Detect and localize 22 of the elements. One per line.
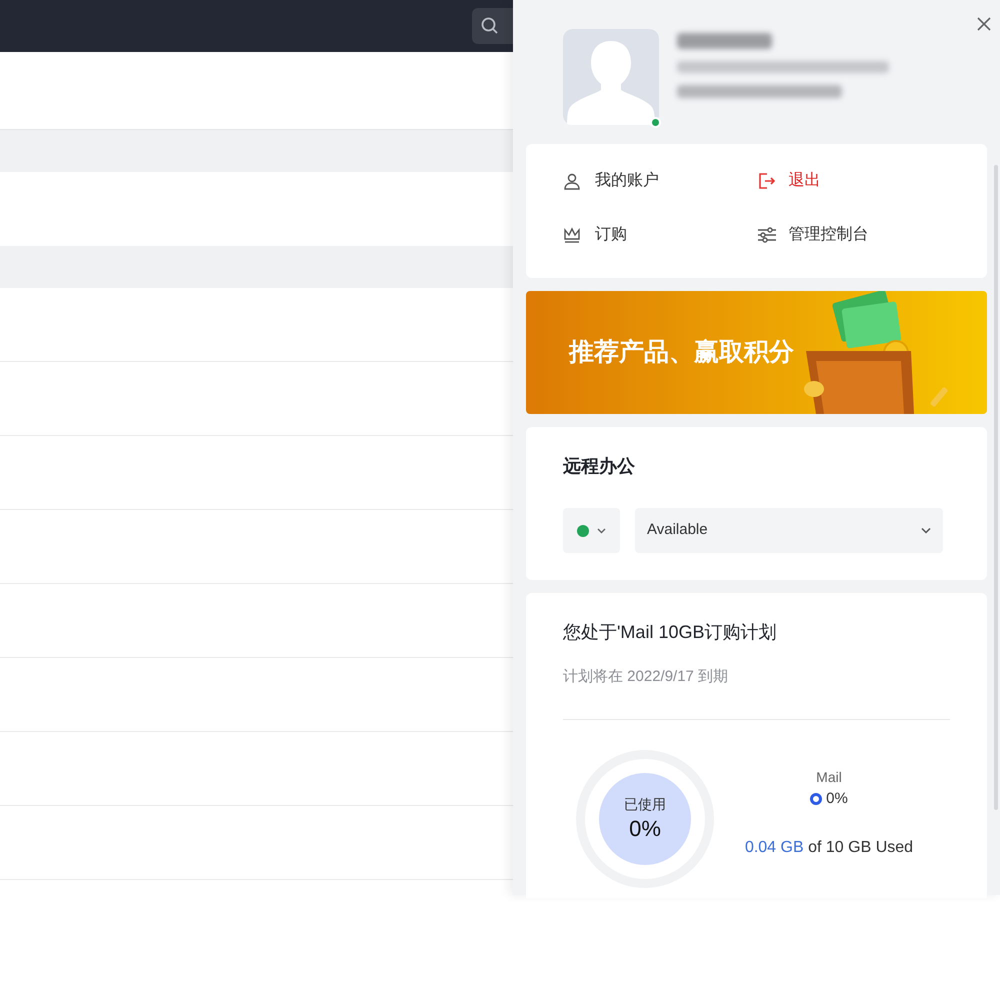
search-field[interactable] [472, 8, 513, 44]
menu-link[interactable]: 管理控制台 [756, 218, 868, 252]
logout-icon [756, 172, 776, 190]
status-color-dropdown[interactable] [563, 508, 620, 553]
used-label: 已使用 [624, 795, 666, 814]
storage-used-text: 0.04 GB of 10 GB Used [744, 838, 914, 858]
legend-marker [810, 792, 822, 805]
legend-label: Mail [816, 768, 842, 786]
card-title: 远程办公 [563, 455, 636, 478]
banner-text: 推荐产品、赢取积分 [569, 336, 794, 368]
status-dropdown[interactable]: Available [635, 508, 943, 553]
caret-icon [921, 527, 931, 534]
search-icon [480, 16, 500, 36]
caret-icon [597, 528, 606, 534]
sliders-icon [756, 226, 776, 244]
used-percent: 0% [629, 815, 661, 843]
legend-value: 0% [826, 788, 848, 808]
menu-link[interactable]: 我的账户 [563, 164, 659, 198]
logout-link[interactable]: 退出 [756, 164, 820, 198]
menu-link[interactable]: 订购 [563, 218, 627, 252]
plan-title: 您处于'Mail 10GB订购计划 [563, 621, 778, 644]
expiry-text: 计划将在 2022/9/17 到期 [563, 667, 730, 687]
